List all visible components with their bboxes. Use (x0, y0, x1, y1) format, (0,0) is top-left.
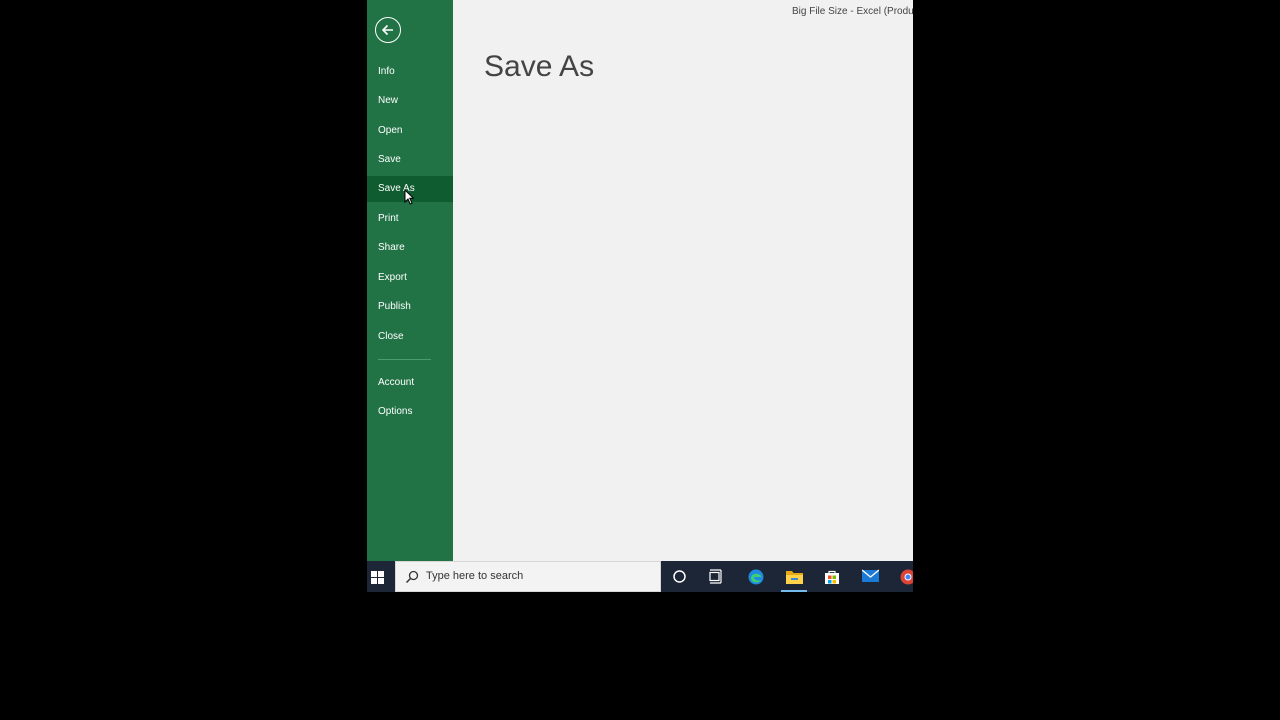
search-icon (405, 570, 419, 584)
excel-window: Info New Open Save Save As Print Share E… (367, 0, 913, 592)
nav-item-new[interactable]: New (367, 88, 453, 114)
file-explorer-button[interactable] (777, 561, 811, 592)
nav-item-share[interactable]: Share (367, 235, 453, 261)
edge-icon (748, 569, 764, 585)
start-button[interactable] (367, 561, 395, 592)
store-button[interactable] (815, 561, 849, 592)
nav-item-account[interactable]: Account (367, 370, 453, 396)
task-view-icon (709, 569, 722, 584)
chrome-button[interactable] (891, 561, 913, 592)
back-arrow-icon (381, 24, 393, 36)
nav-item-print[interactable]: Print (367, 206, 453, 232)
store-icon (825, 570, 839, 584)
cortana-icon (673, 570, 686, 583)
nav-item-publish[interactable]: Publish (367, 294, 453, 320)
nav-item-options[interactable]: Options (367, 399, 453, 425)
back-button[interactable] (375, 17, 401, 43)
nav-item-save[interactable]: Save (367, 147, 453, 173)
search-placeholder: Type here to search (426, 570, 524, 582)
taskbar: Type here to search (367, 561, 913, 592)
nav-item-export[interactable]: Export (367, 265, 453, 291)
file-explorer-icon (786, 571, 803, 584)
nav-item-info[interactable]: Info (367, 59, 453, 85)
chrome-icon (900, 569, 913, 585)
mail-button[interactable] (853, 561, 887, 592)
nav-divider (378, 359, 431, 360)
backstage-nav: Info New Open Save Save As Print Share E… (367, 0, 453, 561)
task-view-button[interactable] (700, 561, 734, 592)
edge-button[interactable] (739, 561, 773, 592)
cortana-button[interactable] (663, 561, 697, 592)
nav-item-close[interactable]: Close (367, 324, 453, 350)
taskbar-search-box[interactable]: Type here to search (395, 561, 661, 592)
windows-start-icon (371, 571, 384, 584)
page-title: Save As (484, 50, 595, 83)
window-title: Big File Size - Excel (Product A (792, 6, 913, 17)
mail-icon (862, 569, 879, 582)
mouse-cursor-icon (404, 189, 414, 205)
nav-item-open[interactable]: Open (367, 118, 453, 144)
